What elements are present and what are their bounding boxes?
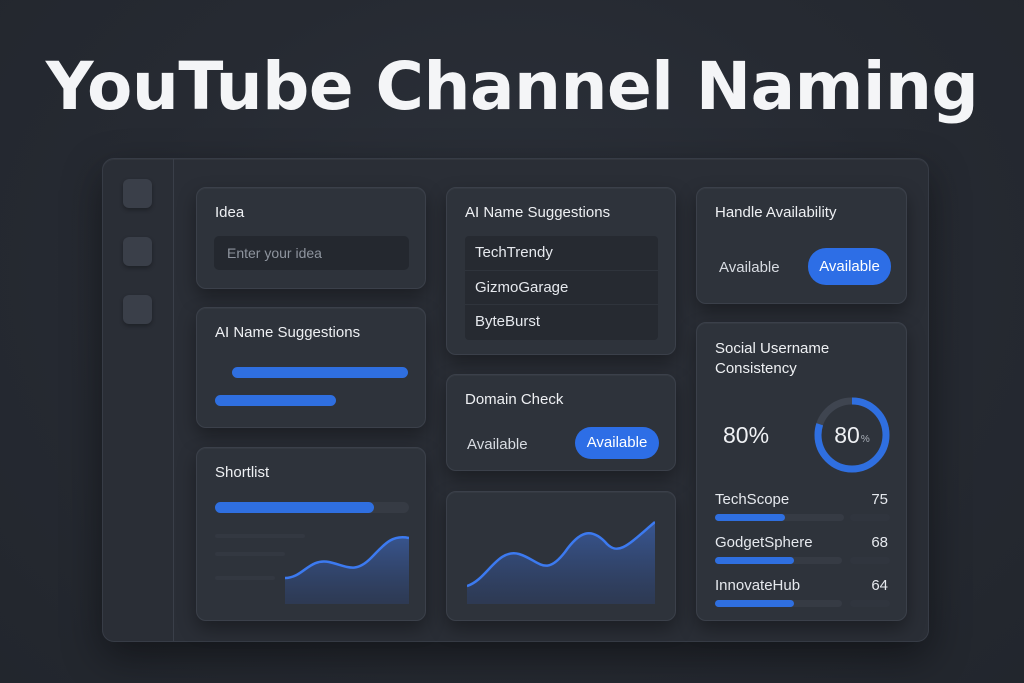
shortlist-progress-fill: [215, 502, 374, 513]
shortlist-area-chart: [285, 535, 409, 604]
ai-suggestions-placeholder-card: AI Name Suggestions: [196, 307, 426, 428]
score-fill-techscope: [715, 514, 785, 521]
ai-suggestions-card: AI Name Suggestions TechTrendy GizmoGara…: [446, 187, 676, 355]
domain-check-title: Domain Check: [465, 391, 564, 408]
sidebar: [103, 159, 174, 641]
social-consistency-title: Social Username Consistency: [715, 339, 829, 379]
donut-center-label: 80%: [812, 395, 892, 475]
loading-bar-1: [232, 367, 408, 378]
app-window: Idea AI Name Suggestions Shortlist AI Na: [102, 158, 929, 642]
idea-card-title: Idea: [215, 204, 245, 221]
consistency-percent: 80%: [723, 422, 770, 448]
score-name-innovatehub: InnovateHub: [715, 577, 801, 594]
domain-check-card: Domain Check Available Available: [446, 374, 676, 471]
score-name-techscope: TechScope: [715, 491, 790, 508]
idea-card: Idea: [196, 187, 426, 289]
handle-availability-title: Handle Availability: [715, 204, 837, 221]
domain-available-button[interactable]: Available: [575, 427, 659, 459]
idea-input[interactable]: [214, 236, 409, 270]
ai-suggestions-placeholder-title: AI Name Suggestions: [215, 324, 361, 341]
placeholder-line: [215, 552, 285, 556]
score-track-tail: [850, 557, 890, 564]
page-title: YouTube Channel Naming: [45, 48, 979, 125]
score-track-tail: [850, 600, 890, 607]
trend-chart-card: [446, 491, 676, 621]
domain-status-label: Available: [467, 436, 528, 453]
sidebar-item-1[interactable]: [123, 179, 152, 208]
suggestion-item-byteburst[interactable]: ByteBurst: [465, 305, 658, 340]
score-value-techscope: 75: [871, 491, 888, 508]
sidebar-item-2[interactable]: [123, 237, 152, 266]
shortlist-title: Shortlist: [215, 464, 270, 481]
score-track-tail: [850, 514, 890, 521]
donut-unit: %: [860, 434, 870, 445]
score-value-godgetsphere: 68: [871, 534, 888, 551]
social-title-line2: Consistency: [715, 360, 797, 377]
handle-availability-card: Handle Availability Available Available: [696, 187, 907, 304]
score-value-innovatehub: 64: [871, 577, 888, 594]
score-name-godgetsphere: GodgetSphere: [715, 534, 813, 551]
trend-area-chart: [467, 521, 655, 604]
loading-bar-2: [215, 395, 336, 406]
social-consistency-card: Social Username Consistency 80% 80% Tech…: [696, 322, 907, 621]
handle-available-button[interactable]: Available: [808, 248, 891, 285]
placeholder-line: [215, 576, 275, 580]
suggestion-list: TechTrendy GizmoGarage ByteBurst: [465, 236, 658, 340]
shortlist-card: Shortlist: [196, 447, 426, 621]
handle-status-label: Available: [719, 259, 780, 276]
consistency-donut: 80%: [812, 395, 892, 475]
suggestion-item-techtrendy[interactable]: TechTrendy: [465, 236, 658, 271]
social-title-line1: Social Username: [715, 340, 830, 357]
score-fill-godgetsphere: [715, 557, 794, 564]
sidebar-item-3[interactable]: [123, 295, 152, 324]
suggestion-item-gizmogarage[interactable]: GizmoGarage: [465, 271, 658, 306]
score-fill-innovatehub: [715, 600, 794, 607]
donut-value: 80: [834, 421, 860, 448]
ai-suggestions-title: AI Name Suggestions: [465, 204, 611, 221]
